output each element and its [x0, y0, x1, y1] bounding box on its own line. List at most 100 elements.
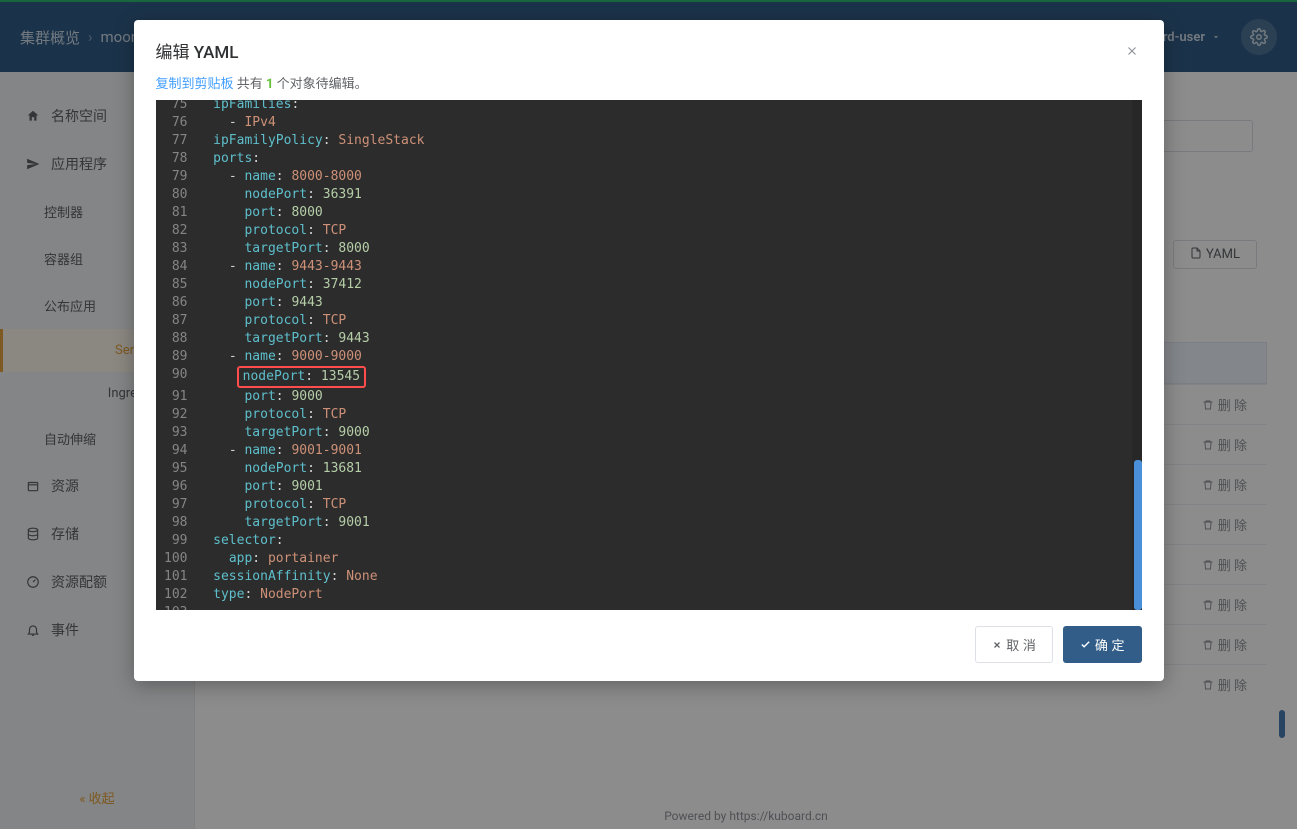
- line-number: 89: [156, 348, 198, 366]
- code-line[interactable]: 103: [156, 604, 1142, 610]
- cancel-button[interactable]: 取 消: [975, 626, 1053, 663]
- code-content: - name: 9443-9443: [198, 258, 1142, 276]
- code-content: ports:: [198, 150, 1142, 168]
- code-line[interactable]: 94 - name: 9001-9001: [156, 442, 1142, 460]
- code-line[interactable]: 78 ports:: [156, 150, 1142, 168]
- code-line[interactable]: 91 port: 9000: [156, 388, 1142, 406]
- code-line[interactable]: 88 targetPort: 9443: [156, 330, 1142, 348]
- line-number: 75: [156, 100, 198, 114]
- line-number: 96: [156, 478, 198, 496]
- code-line[interactable]: 87 protocol: TCP: [156, 312, 1142, 330]
- line-number: 100: [156, 550, 198, 568]
- close-icon: [992, 640, 1002, 650]
- code-line[interactable]: 81 port: 8000: [156, 204, 1142, 222]
- highlighted-nodeport: nodePort: 13545: [237, 366, 366, 388]
- code-line[interactable]: 96 port: 9001: [156, 478, 1142, 496]
- code-content: ipFamilies:: [198, 100, 1142, 114]
- line-number: 82: [156, 222, 198, 240]
- code-content: protocol: TCP: [198, 406, 1142, 424]
- code-line[interactable]: 102 type: NodePort: [156, 586, 1142, 604]
- line-number: 91: [156, 388, 198, 406]
- code-content: - name: 9000-9000: [198, 348, 1142, 366]
- copy-clipboard-link[interactable]: 复制到剪贴板: [156, 77, 234, 92]
- line-number: 88: [156, 330, 198, 348]
- code-line[interactable]: 83 targetPort: 8000: [156, 240, 1142, 258]
- modal-subheader: 复制到剪贴板 共有 1 个对象待编辑。: [134, 73, 1164, 100]
- line-number: 78: [156, 150, 198, 168]
- confirm-button[interactable]: 确 定: [1063, 626, 1142, 663]
- code-content: targetPort: 9443: [198, 330, 1142, 348]
- editor-scrollbar[interactable]: [1132, 100, 1142, 610]
- code-content: sessionAffinity: None: [198, 568, 1142, 586]
- code-content: - name: 8000-8000: [198, 168, 1142, 186]
- code-line[interactable]: 90 nodePort: 13545: [156, 366, 1142, 388]
- line-number: 101: [156, 568, 198, 586]
- line-number: 86: [156, 294, 198, 312]
- code-line[interactable]: 93 targetPort: 9000: [156, 424, 1142, 442]
- code-line[interactable]: 85 nodePort: 37412: [156, 276, 1142, 294]
- close-icon: [1125, 44, 1139, 58]
- line-number: 97: [156, 496, 198, 514]
- code-line[interactable]: 97 protocol: TCP: [156, 496, 1142, 514]
- line-number: 93: [156, 424, 198, 442]
- line-number: 87: [156, 312, 198, 330]
- line-number: 92: [156, 406, 198, 424]
- line-number: 80: [156, 186, 198, 204]
- modal-header: 编辑 YAML: [134, 20, 1164, 73]
- code-content: nodePort: 13681: [198, 460, 1142, 478]
- line-number: 79: [156, 168, 198, 186]
- modal-close-button[interactable]: [1122, 41, 1142, 61]
- code-content: port: 8000: [198, 204, 1142, 222]
- line-number: 84: [156, 258, 198, 276]
- code-line[interactable]: 95 nodePort: 13681: [156, 460, 1142, 478]
- code-content: targetPort: 8000: [198, 240, 1142, 258]
- code-content: ipFamilyPolicy: SingleStack: [198, 132, 1142, 150]
- code-line[interactable]: 75 ipFamilies:: [156, 100, 1142, 114]
- code-line[interactable]: 99 selector:: [156, 532, 1142, 550]
- line-number: 95: [156, 460, 198, 478]
- code-line[interactable]: 76 - IPv4: [156, 114, 1142, 132]
- yaml-edit-modal: 编辑 YAML 复制到剪贴板 共有 1 个对象待编辑。 75 ipFamilie…: [134, 20, 1164, 681]
- code-line[interactable]: 80 nodePort: 36391: [156, 186, 1142, 204]
- code-content: protocol: TCP: [198, 496, 1142, 514]
- code-content: protocol: TCP: [198, 222, 1142, 240]
- yaml-editor[interactable]: 75 ipFamilies:76 - IPv477 ipFamilyPolicy…: [156, 100, 1142, 610]
- line-number: 98: [156, 514, 198, 532]
- line-number: 103: [156, 604, 198, 610]
- code-content: selector:: [198, 532, 1142, 550]
- line-number: 102: [156, 586, 198, 604]
- code-line[interactable]: 100 app: portainer: [156, 550, 1142, 568]
- code-line[interactable]: 79 - name: 8000-8000: [156, 168, 1142, 186]
- code-content: - name: 9001-9001: [198, 442, 1142, 460]
- code-content: [198, 604, 1142, 610]
- code-content: app: portainer: [198, 550, 1142, 568]
- code-content: type: NodePort: [198, 586, 1142, 604]
- code-content: - IPv4: [198, 114, 1142, 132]
- line-number: 81: [156, 204, 198, 222]
- line-number: 83: [156, 240, 198, 258]
- check-icon: [1080, 639, 1091, 650]
- code-line[interactable]: 101 sessionAffinity: None: [156, 568, 1142, 586]
- line-number: 90: [156, 366, 198, 388]
- code-line[interactable]: 84 - name: 9443-9443: [156, 258, 1142, 276]
- code-line[interactable]: 98 targetPort: 9001: [156, 514, 1142, 532]
- editor-scrollbar-thumb[interactable]: [1134, 460, 1142, 610]
- code-line[interactable]: 77 ipFamilyPolicy: SingleStack: [156, 132, 1142, 150]
- code-line[interactable]: 86 port: 9443: [156, 294, 1142, 312]
- code-content: nodePort: 36391: [198, 186, 1142, 204]
- code-line[interactable]: 89 - name: 9000-9000: [156, 348, 1142, 366]
- code-line[interactable]: 82 protocol: TCP: [156, 222, 1142, 240]
- code-content: nodePort: 37412: [198, 276, 1142, 294]
- modal-title: 编辑 YAML: [156, 38, 239, 63]
- code-content: targetPort: 9000: [198, 424, 1142, 442]
- code-content: targetPort: 9001: [198, 514, 1142, 532]
- code-content: nodePort: 13545: [198, 366, 1142, 388]
- modal-footer: 取 消 确 定: [134, 610, 1164, 681]
- line-number: 99: [156, 532, 198, 550]
- line-number: 85: [156, 276, 198, 294]
- code-content: port: 9000: [198, 388, 1142, 406]
- line-number: 77: [156, 132, 198, 150]
- code-content: protocol: TCP: [198, 312, 1142, 330]
- code-line[interactable]: 92 protocol: TCP: [156, 406, 1142, 424]
- line-number: 76: [156, 114, 198, 132]
